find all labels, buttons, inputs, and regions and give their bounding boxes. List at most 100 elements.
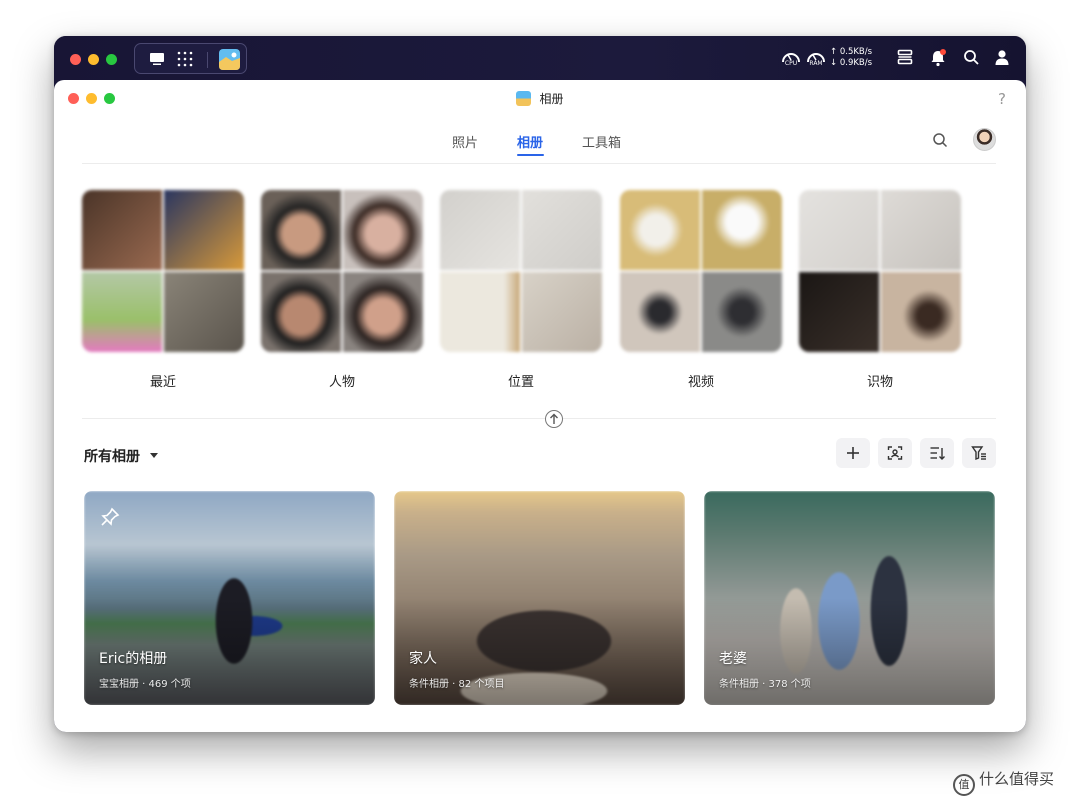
category-label: 识物: [866, 375, 893, 390]
sort-icon: [930, 447, 945, 460]
category-places[interactable]: 位置: [440, 190, 602, 390]
tab-toolbox[interactable]: 工具箱: [582, 132, 621, 151]
desktop-window-controls: [70, 54, 117, 65]
thumb-tile: [522, 272, 602, 352]
category-thumbnail: [620, 190, 782, 352]
album-title: 老婆: [719, 651, 747, 667]
thumb-tile: [82, 190, 162, 270]
thumb-tile: [799, 190, 879, 270]
thumb-tile: [799, 272, 879, 352]
album-cover-overlay: [394, 491, 685, 705]
album-cover-overlay: [84, 491, 375, 705]
category-label: 视频: [687, 375, 714, 390]
upload-arrow-icon: ↑: [830, 47, 838, 57]
category-thumbnail: [82, 190, 244, 352]
widgets-icon[interactable]: [897, 49, 913, 69]
thumb-tile: [261, 272, 341, 352]
cpu-label: CPU: [784, 60, 798, 67]
album-subtitle: 条件相册 · 378 个项: [719, 679, 811, 690]
maximize-button[interactable]: [106, 54, 117, 65]
filter-icon: [971, 446, 986, 461]
add-album-button[interactable]: [836, 438, 870, 468]
category-objects[interactable]: 识物: [799, 190, 961, 390]
active-tab-indicator: [517, 154, 544, 156]
album-subtitle: 宝宝相册 · 469 个项: [99, 679, 191, 690]
thumb-tile: [702, 272, 782, 352]
album-subtitle: 条件相册 · 82 个项目: [409, 679, 505, 690]
albums-section-title: 所有相册: [84, 449, 140, 465]
thumb-tile: [881, 272, 961, 352]
minimize-button[interactable]: [88, 54, 99, 65]
thumb-tile: [343, 272, 423, 352]
face-scan-button[interactable]: [878, 438, 912, 468]
collapse-button[interactable]: [545, 410, 563, 428]
category-thumbnail: [440, 190, 602, 352]
thumb-tile: [82, 272, 162, 352]
desktop-icon[interactable]: [149, 51, 165, 70]
close-button[interactable]: [70, 54, 81, 65]
net-up: 0.5KB/s: [839, 47, 873, 57]
download-arrow-icon: ↓: [830, 58, 838, 68]
album-card[interactable]: 老婆 条件相册 · 378 个项: [704, 491, 995, 705]
dock-divider: [207, 52, 208, 68]
thumb-tile: [522, 190, 602, 270]
thumb-tile: [164, 272, 244, 352]
watermark-text: 什么值得买: [979, 770, 1055, 788]
category-people[interactable]: 人物: [261, 190, 423, 390]
search-icon[interactable]: [963, 49, 979, 69]
caret-down-icon: [150, 453, 158, 458]
system-bar: CPU RAM ↑ 0.5KB/s ↓ 0.9KB/s: [54, 36, 1026, 80]
thumb-tile: [440, 272, 520, 352]
photos-app-icon: [516, 91, 532, 106]
category-label: 人物: [328, 375, 355, 390]
help-icon[interactable]: ?: [998, 90, 1006, 108]
user-icon[interactable]: [994, 49, 1010, 69]
photos-app-icon[interactable]: [219, 49, 240, 74]
section-divider: [82, 418, 996, 419]
thumb-tile: [620, 190, 700, 270]
desktop: CPU RAM ↑ 0.5KB/s ↓ 0.9KB/s 相册 ? 照片 相册 工…: [54, 36, 1026, 732]
category-recent[interactable]: 最近: [82, 190, 244, 390]
thumb-tile: [164, 190, 244, 270]
pin-icon[interactable]: [100, 507, 120, 531]
apps-grid-icon[interactable]: [177, 51, 193, 71]
thumb-tile: [440, 190, 520, 270]
sort-button[interactable]: [920, 438, 954, 468]
notification-bell-icon[interactable]: [930, 49, 946, 71]
window-title-bar: 相册: [54, 90, 1026, 107]
thumb-tile: [343, 190, 423, 270]
add-icon: [847, 447, 859, 459]
tab-albums[interactable]: 相册: [517, 132, 543, 151]
watermark-logo-icon: 值: [953, 774, 975, 796]
category-thumbnail: [261, 190, 423, 352]
thumb-tile: [620, 272, 700, 352]
filter-button[interactable]: [962, 438, 996, 468]
taskbar-dock: [134, 43, 247, 74]
album-card[interactable]: Eric的相册 宝宝相册 · 469 个项: [84, 491, 375, 705]
network-speed: ↑ 0.5KB/s ↓ 0.9KB/s: [830, 47, 872, 69]
watermark: 值什么值得买: [953, 768, 1054, 796]
album-title: Eric的相册: [99, 651, 168, 667]
header-divider: [82, 163, 996, 164]
category-label: 位置: [507, 375, 534, 390]
photos-window: 相册 ? 照片 相册 工具箱 最近 人物 位置 视频 识物 所有相册 Eric的…: [54, 80, 1026, 732]
category-videos[interactable]: 视频: [620, 190, 782, 390]
arrow-up-icon: [550, 413, 558, 424]
face-scan-icon: [887, 446, 903, 460]
cpu-monitor[interactable]: CPU: [780, 48, 802, 67]
avatar[interactable]: [973, 128, 996, 151]
album-title: 家人: [409, 651, 437, 667]
net-down: 0.9KB/s: [839, 58, 873, 68]
thumb-tile: [702, 190, 782, 270]
ram-monitor[interactable]: RAM: [805, 48, 827, 67]
category-thumbnail: [799, 190, 961, 352]
all-albums-dropdown[interactable]: 所有相册: [84, 446, 158, 466]
thumb-tile: [881, 190, 961, 270]
album-card[interactable]: 家人 条件相册 · 82 个项目: [394, 491, 685, 705]
category-label: 最近: [149, 375, 176, 390]
search-icon[interactable]: [932, 132, 948, 152]
ram-label: RAM: [809, 60, 823, 67]
album-cover-overlay: [704, 491, 995, 705]
window-title: 相册: [539, 92, 564, 106]
tab-photos[interactable]: 照片: [452, 132, 478, 151]
